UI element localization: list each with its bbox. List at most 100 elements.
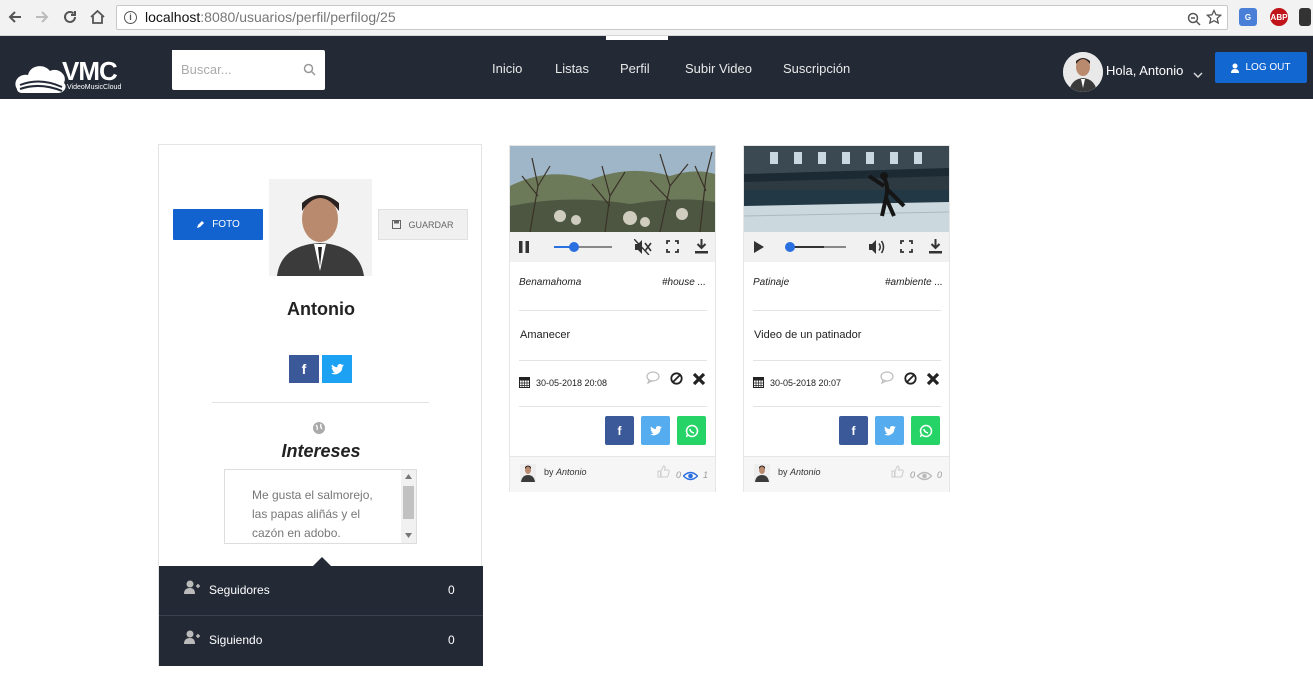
block-icon[interactable]	[670, 372, 683, 390]
fullscreen-icon[interactable]	[666, 240, 679, 253]
like-icon[interactable]	[657, 465, 670, 483]
download-icon[interactable]	[929, 239, 942, 254]
mute-icon[interactable]	[634, 239, 652, 255]
user-add-icon	[184, 580, 200, 597]
logo-text: VMC	[62, 56, 118, 86]
volume-icon[interactable]	[868, 239, 886, 255]
eye-icon	[682, 468, 699, 486]
siguiendo-label: Siguiendo	[209, 633, 263, 647]
video-card: Patinaje #ambiente ... Video de un patin…	[743, 145, 950, 492]
forward-arrow-icon[interactable]	[31, 6, 53, 28]
calendar-icon	[519, 375, 530, 393]
user-icon	[1231, 63, 1240, 73]
nav-perfil[interactable]: Perfil	[620, 61, 650, 76]
twitter-share-icon[interactable]	[875, 416, 904, 445]
foto-button[interactable]: FOTO	[173, 209, 263, 240]
view-count: 0	[937, 470, 943, 480]
siguiendo-row[interactable]: Siguiendo 0	[159, 616, 483, 666]
nav-listas[interactable]: Listas	[555, 61, 589, 76]
twitter-icon[interactable]	[322, 355, 352, 383]
facebook-glyph: f	[301, 361, 307, 377]
progress-slider[interactable]	[554, 241, 614, 253]
scroll-up-icon[interactable]	[405, 474, 412, 479]
video-player[interactable]	[510, 146, 715, 232]
scrollbar-thumb[interactable]	[403, 486, 414, 519]
search-input[interactable]	[172, 50, 290, 88]
facebook-share-icon[interactable]: f	[839, 416, 868, 445]
url-host: localhost	[145, 9, 201, 25]
video-author[interactable]: Antonio	[790, 467, 821, 477]
fullscreen-icon[interactable]	[900, 240, 913, 253]
guardar-label: GUARDAR	[408, 219, 454, 230]
guardar-button[interactable]: GUARDAR	[378, 209, 468, 240]
address-bar[interactable]: i localhost:8080/usuarios/perfil/perfilo…	[116, 5, 1228, 30]
video-tag[interactable]: #house ...	[662, 277, 708, 288]
video-description: Video de un patinador	[754, 329, 862, 341]
download-icon[interactable]	[695, 239, 708, 254]
interests-textarea[interactable]: Me gusta el salmorejo, las papas aliñás …	[224, 469, 417, 544]
whatsapp-share-icon[interactable]	[677, 416, 706, 445]
user-add-icon	[184, 630, 200, 647]
url-path: :8080/usuarios/perfil/perfilog/25	[200, 9, 396, 25]
video-player[interactable]	[744, 146, 949, 232]
logout-label: LOG OUT	[1245, 62, 1291, 73]
twitter-share-icon[interactable]	[641, 416, 670, 445]
delete-icon[interactable]	[926, 372, 940, 391]
back-arrow-icon[interactable]	[4, 6, 26, 28]
extension-icon[interactable]	[1299, 8, 1311, 26]
video-author-line: by Antonio	[544, 467, 587, 477]
user-avatar	[1063, 52, 1103, 92]
save-icon	[392, 220, 402, 229]
nav-suscripcion[interactable]: Suscripción	[783, 61, 850, 76]
delete-icon[interactable]	[692, 372, 706, 391]
search-icon[interactable]	[303, 63, 316, 81]
comment-icon[interactable]	[646, 371, 660, 389]
facebook-icon[interactable]: f	[289, 355, 319, 383]
search-box	[172, 50, 325, 90]
video-author[interactable]: Antonio	[556, 467, 587, 477]
zoom-icon[interactable]	[1187, 10, 1201, 33]
like-icon[interactable]	[891, 465, 904, 483]
profile-photo	[269, 179, 372, 276]
profile-name: Antonio	[287, 299, 355, 319]
user-greeting: Hola, Antonio	[1106, 63, 1184, 78]
logout-button[interactable]: LOG OUT	[1215, 52, 1307, 83]
divider	[519, 310, 707, 311]
block-icon[interactable]	[904, 372, 917, 390]
reload-icon[interactable]	[59, 6, 81, 28]
pencil-icon	[197, 220, 205, 228]
textarea-scrollbar[interactable]	[401, 470, 416, 543]
eye-icon	[916, 468, 933, 486]
like-count: 0	[910, 470, 916, 480]
facebook-share-icon[interactable]: f	[605, 416, 634, 445]
translate-extension-icon[interactable]: G	[1239, 8, 1257, 26]
seguidores-row[interactable]: Seguidores 0	[159, 566, 483, 616]
play-icon[interactable]	[754, 241, 764, 253]
siguiendo-count: 0	[448, 633, 455, 647]
video-tag[interactable]: #ambiente ...	[885, 277, 942, 288]
profile-card: FOTO GUARDAR Antonio f Intereses Me gust…	[158, 144, 483, 666]
site-info-icon[interactable]: i	[124, 11, 137, 24]
pause-icon[interactable]	[519, 241, 529, 253]
video-footer: by Antonio 0 0	[744, 456, 949, 492]
author-avatar	[754, 464, 770, 482]
nav-inicio[interactable]: Inicio	[492, 61, 522, 76]
chevron-down-icon[interactable]	[1193, 66, 1203, 84]
browser-toolbar: i localhost:8080/usuarios/perfil/perfilo…	[0, 0, 1313, 36]
scroll-down-icon[interactable]	[405, 533, 412, 538]
video-title: Benamahoma	[519, 277, 582, 288]
follow-panel: Seguidores 0 Siguiendo 0	[159, 566, 483, 666]
video-description: Amanecer	[520, 329, 571, 341]
interests-text: Me gusta el salmorejo, las papas aliñás …	[252, 488, 373, 540]
whatsapp-share-icon[interactable]	[911, 416, 940, 445]
progress-slider[interactable]	[784, 241, 848, 253]
comment-icon[interactable]	[880, 371, 894, 389]
bookmark-star-icon[interactable]	[1205, 8, 1223, 32]
adblock-extension-icon[interactable]: ABP	[1270, 8, 1288, 26]
home-icon[interactable]	[86, 6, 108, 28]
logo-subtitle: VideoMusicCloud	[67, 84, 122, 91]
divider	[212, 402, 429, 403]
nav-active-indicator	[606, 36, 668, 40]
nav-subir-video[interactable]: Subir Video	[685, 61, 752, 76]
video-controls	[744, 232, 949, 262]
